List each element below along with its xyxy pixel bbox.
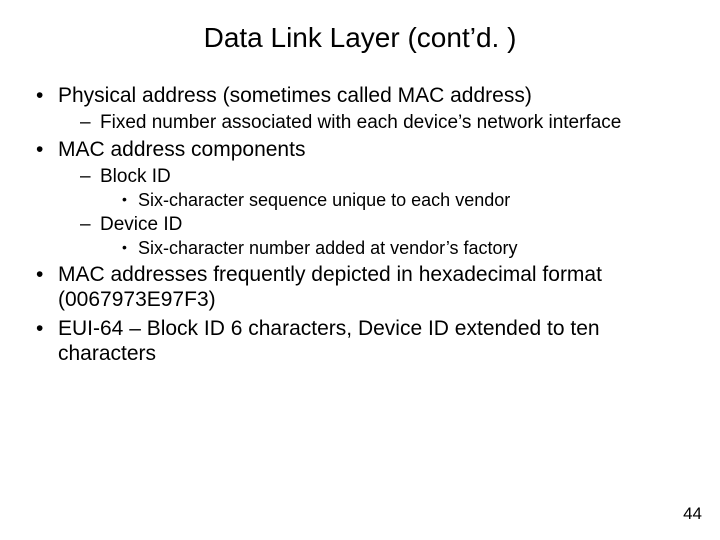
sub-text: Block ID bbox=[100, 166, 171, 187]
bullet-text: EUI-64 – Block ID 6 characters, Device I… bbox=[58, 317, 600, 365]
subsub-text: Six-character number added at vendor’s f… bbox=[138, 238, 518, 258]
bullet-item: MAC address components Block ID Six-char… bbox=[34, 138, 686, 259]
bullet-text: Physical address (sometimes called MAC a… bbox=[58, 84, 532, 107]
bullet-list: Physical address (sometimes called MAC a… bbox=[34, 84, 686, 366]
subsub-item: Six-character number added at vendor’s f… bbox=[120, 238, 686, 259]
subsub-list: Six-character number added at vendor’s f… bbox=[100, 238, 686, 259]
bullet-item: MAC addresses frequently depicted in hex… bbox=[34, 263, 686, 313]
subsub-text: Six-character sequence unique to each ve… bbox=[138, 190, 510, 210]
bullet-item: EUI-64 – Block ID 6 characters, Device I… bbox=[34, 317, 686, 367]
sub-item: Block ID Six-character sequence unique t… bbox=[78, 166, 686, 212]
sub-list: Block ID Six-character sequence unique t… bbox=[58, 166, 686, 259]
sub-list: Fixed number associated with each device… bbox=[58, 112, 686, 134]
sub-text: Device ID bbox=[100, 214, 182, 235]
bullet-text: MAC address components bbox=[58, 138, 305, 161]
slide: Data Link Layer (cont’d. ) Physical addr… bbox=[0, 0, 720, 540]
bullet-item: Physical address (sometimes called MAC a… bbox=[34, 84, 686, 134]
sub-text: Fixed number associated with each device… bbox=[100, 112, 621, 133]
subsub-list: Six-character sequence unique to each ve… bbox=[100, 190, 686, 211]
slide-title: Data Link Layer (cont’d. ) bbox=[0, 0, 720, 72]
sub-item: Device ID Six-character number added at … bbox=[78, 214, 686, 260]
subsub-item: Six-character sequence unique to each ve… bbox=[120, 190, 686, 211]
bullet-text: MAC addresses frequently depicted in hex… bbox=[58, 263, 602, 311]
page-number: 44 bbox=[683, 504, 702, 524]
sub-item: Fixed number associated with each device… bbox=[78, 112, 686, 134]
slide-body: Physical address (sometimes called MAC a… bbox=[0, 72, 720, 366]
